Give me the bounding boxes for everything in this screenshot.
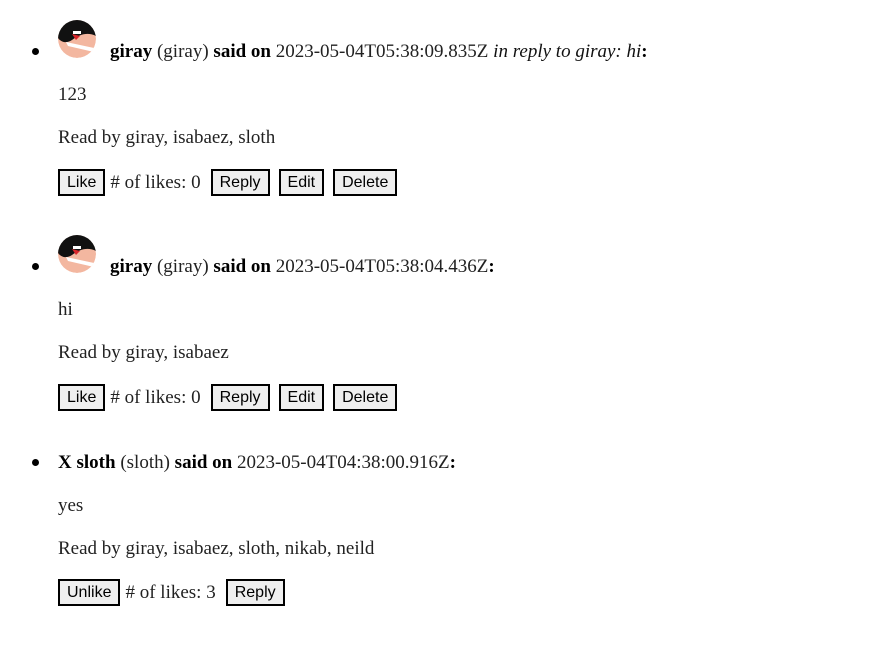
said-on-label: said on xyxy=(213,41,271,62)
avatar-fallback: X xyxy=(58,452,72,473)
header-colon: : xyxy=(641,41,648,62)
list-bullet xyxy=(32,263,39,270)
header-colon: : xyxy=(449,452,456,473)
reply-note: in reply to giray: hi xyxy=(493,41,642,62)
read-by-text: Read by giray, isabaez, sloth xyxy=(58,127,276,148)
message-timestamp: 2023-05-04T04:38:00.916Z xyxy=(236,452,450,473)
message-actions: Unlike # of likes: 3 Reply xyxy=(58,579,285,606)
likes-count: # of likes: 3 xyxy=(125,581,216,603)
message-timestamp: 2023-05-04T05:38:09.835Z xyxy=(275,41,489,62)
author-display-name: sloth xyxy=(76,452,116,473)
reply-button[interactable]: Reply xyxy=(210,384,270,411)
unlike-button[interactable]: Unlike xyxy=(58,579,121,606)
message-timestamp: 2023-05-04T05:38:04.436Z xyxy=(275,256,489,277)
delete-button[interactable]: Delete xyxy=(333,384,398,411)
likes-count: # of likes: 0 xyxy=(110,171,201,193)
author-display-name: giray xyxy=(110,256,153,277)
like-button[interactable]: Like xyxy=(58,169,106,196)
edit-button[interactable]: Edit xyxy=(278,384,325,411)
reply-button[interactable]: Reply xyxy=(225,579,285,606)
author-username: (sloth) xyxy=(120,452,170,473)
delete-button[interactable]: Delete xyxy=(333,169,398,196)
author-username: (giray) xyxy=(156,256,209,277)
read-by-text: Read by giray, isabaez xyxy=(58,342,229,363)
message-body: yes xyxy=(58,495,84,516)
message-header: X sloth (sloth) said on 2023-05-04T04:38… xyxy=(58,452,456,474)
message-actions: Like # of likes: 0 Reply Edit Delete xyxy=(58,169,398,196)
edit-button[interactable]: Edit xyxy=(278,169,325,196)
avatar xyxy=(58,235,96,273)
reply-button[interactable]: Reply xyxy=(210,169,270,196)
message-header: giray (giray) said on 2023-05-04T05:38:0… xyxy=(110,256,495,278)
list-bullet xyxy=(32,459,39,466)
header-colon: : xyxy=(488,256,495,277)
said-on-label: said on xyxy=(213,256,271,277)
message-body: 123 xyxy=(58,84,87,105)
like-button[interactable]: Like xyxy=(58,384,106,411)
message-body: hi xyxy=(58,299,73,320)
message-header: giray (giray) said on 2023-05-04T05:38:0… xyxy=(110,41,648,63)
author-username: (giray) xyxy=(156,41,209,62)
list-bullet xyxy=(32,48,39,55)
likes-count: # of likes: 0 xyxy=(110,386,201,408)
avatar xyxy=(58,20,96,58)
said-on-label: said on xyxy=(174,452,233,473)
message-actions: Like # of likes: 0 Reply Edit Delete xyxy=(58,384,398,411)
author-display-name: giray xyxy=(110,41,153,62)
read-by-text: Read by giray, isabaez, sloth, nikab, ne… xyxy=(58,538,375,559)
